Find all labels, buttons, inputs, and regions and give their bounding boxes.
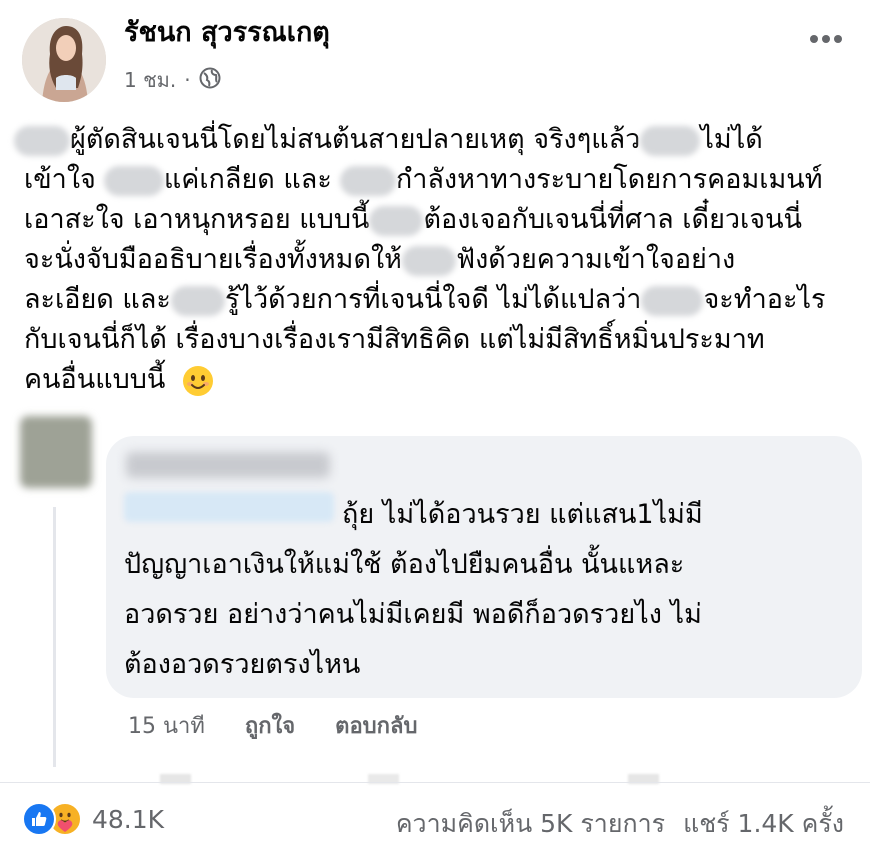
comment-text-segment: ต้องอวดรวยตรงไหน [124, 649, 361, 680]
redacted-name [640, 125, 701, 156]
redacted-name [103, 165, 164, 196]
comment-text-segment: ถุ้ย ไม่ได้อวนรวย แต่แสน1ไม่มี [342, 499, 703, 530]
post-line: คนอื่นแบบนี้ [24, 360, 854, 400]
meta-separator: · [184, 68, 191, 92]
post-body: ผู้ตัดสินเจนนี่โดยไม่สนต้นสายปลายเหตุ จร… [14, 120, 854, 400]
footer-divider [0, 782, 870, 783]
reactions-summary[interactable]: 48.1K [22, 802, 164, 836]
post-time[interactable]: 1 ชม. [124, 64, 176, 96]
redacted-commenter-name[interactable] [126, 452, 330, 478]
post-text-segment: กำลังหาทางระบายโดยการคอมเมนท์ [395, 164, 823, 195]
comment-actions: 15 นาที ถูกใจ ตอบกลับ [128, 708, 417, 743]
author-avatar[interactable] [22, 18, 106, 102]
author-name[interactable]: รัชนก สุวรรณเกตุ [124, 10, 330, 53]
post-text-segment: จะนั่งจับมืออธิบายเรื่องทั้งหมดให้ [24, 244, 402, 275]
more-options-button[interactable] [804, 22, 848, 56]
commenter-avatar[interactable] [20, 416, 92, 488]
redacted-name [339, 165, 396, 196]
comment-time[interactable]: 15 นาที [128, 708, 205, 743]
post-text-segment: แค่เกลียด และ [163, 164, 332, 195]
post-text-segment: คนอื่นแบบนี้ [24, 364, 166, 395]
facebook-post: รัชนก สุวรรณเกตุ 1 ชม. · ผู้ตัดสินเจนนี่… [0, 0, 870, 857]
post-text-segment: ผู้ตัดสินเจนนี่โดยไม่สนต้นสายปลายเหตุ จร… [70, 124, 641, 155]
like-reaction-icon [22, 802, 56, 836]
redacted-name [170, 285, 225, 316]
post-text-segment: ต้องเจอกับเจนนี่ที่ศาล เดี๋ยวเจนนี่ [423, 204, 803, 235]
comment-text-segment: ปัญญาเอาเงินให้แม่ใช้ ต้องไปยืมคนอื่น นั… [124, 549, 685, 580]
post-text-segment: รู้ไว้ด้วยการที่เจนนี่ใจดี ไม่ได้แปลว่า [224, 284, 642, 315]
comment-like-button[interactable]: ถูกใจ [245, 708, 295, 743]
post-line: ละเอียด และ รู้ไว้ด้วยการที่เจนนี่ใจดี ไม… [24, 280, 854, 320]
redacted-name [401, 245, 456, 276]
post-line: เข้าใจ แค่เกลียด และ กำลังหาทางระบายโดยการ… [24, 160, 854, 200]
comment-line: อวดรวย อย่างว่าคนไม่มีเคยมี พอดีก็อวดรวย… [124, 590, 854, 640]
comment-line: ปัญญาเอาเงินให้แม่ใช้ ต้องไปยืมคนอื่น นั… [124, 540, 854, 590]
comment-reply-button[interactable]: ตอบกลับ [335, 708, 417, 743]
post-text-segment: เอาสะใจ เอาหนุกหรอย แบบนี้ [24, 204, 370, 235]
more-options-icon [810, 35, 842, 43]
post-line: กับเจนนี่ก็ได้ เรื่องบางเรื่องเรามีสิทธิ… [24, 320, 854, 360]
reaction-count: 48.1K [92, 804, 165, 834]
redacted-name [14, 125, 70, 156]
thread-line [53, 507, 56, 767]
post-meta: 1 ชม. · [124, 64, 221, 96]
comment-line: ต้องอวดรวยตรงไหน [124, 640, 854, 690]
post-text-segment: ฟังด้วยความเข้าใจอย่าง [455, 244, 736, 275]
engagement-stats: ความคิดเห็น 5K รายการ แชร์ 1.4K ครั้ง [396, 804, 844, 844]
redacted-name [641, 285, 704, 316]
post-text-segment: ละเอียด และ [24, 284, 171, 315]
post-text-segment: กับเจนนี่ก็ได้ เรื่องบางเรื่องเรามีสิทธิ… [24, 324, 765, 355]
comment-section: ถุ้ย ไม่ได้อวนรวย แต่แสน1ไม่มี ปัญญาเอาเ… [0, 412, 870, 784]
comment-line: ถุ้ย ไม่ได้อวนรวย แต่แสน1ไม่มี [124, 490, 854, 540]
post-line: ผู้ตัดสินเจนนี่โดยไม่สนต้นสายปลายเหตุ จร… [14, 120, 854, 160]
post-text-segment: เข้าใจ [24, 164, 96, 195]
post-text-segment: จะทำอะไร [703, 284, 826, 315]
comment-text-segment: อวดรวย อย่างว่าคนไม่มีเคยมี พอดีก็อวดรวย… [124, 599, 702, 630]
post-line: จะนั่งจับมืออธิบายเรื่องทั้งหมดให้ ฟังด้ว… [24, 240, 854, 280]
post-line: เอาสะใจ เอาหนุกหรอย แบบนี้ ต้องเจอกับเจนน… [24, 200, 854, 240]
comments-count-link[interactable]: ความคิดเห็น 5K รายการ [396, 804, 665, 844]
post-text-segment: ไม่ได้ [700, 124, 763, 155]
redacted-name [369, 205, 424, 236]
comment-text: ถุ้ย ไม่ได้อวนรวย แต่แสน1ไม่มี ปัญญาเอาเ… [124, 490, 854, 690]
smiling-face-emoji [182, 365, 213, 396]
globe-icon [199, 67, 221, 94]
shares-count-link[interactable]: แชร์ 1.4K ครั้ง [683, 804, 844, 844]
author-photo [22, 18, 106, 102]
